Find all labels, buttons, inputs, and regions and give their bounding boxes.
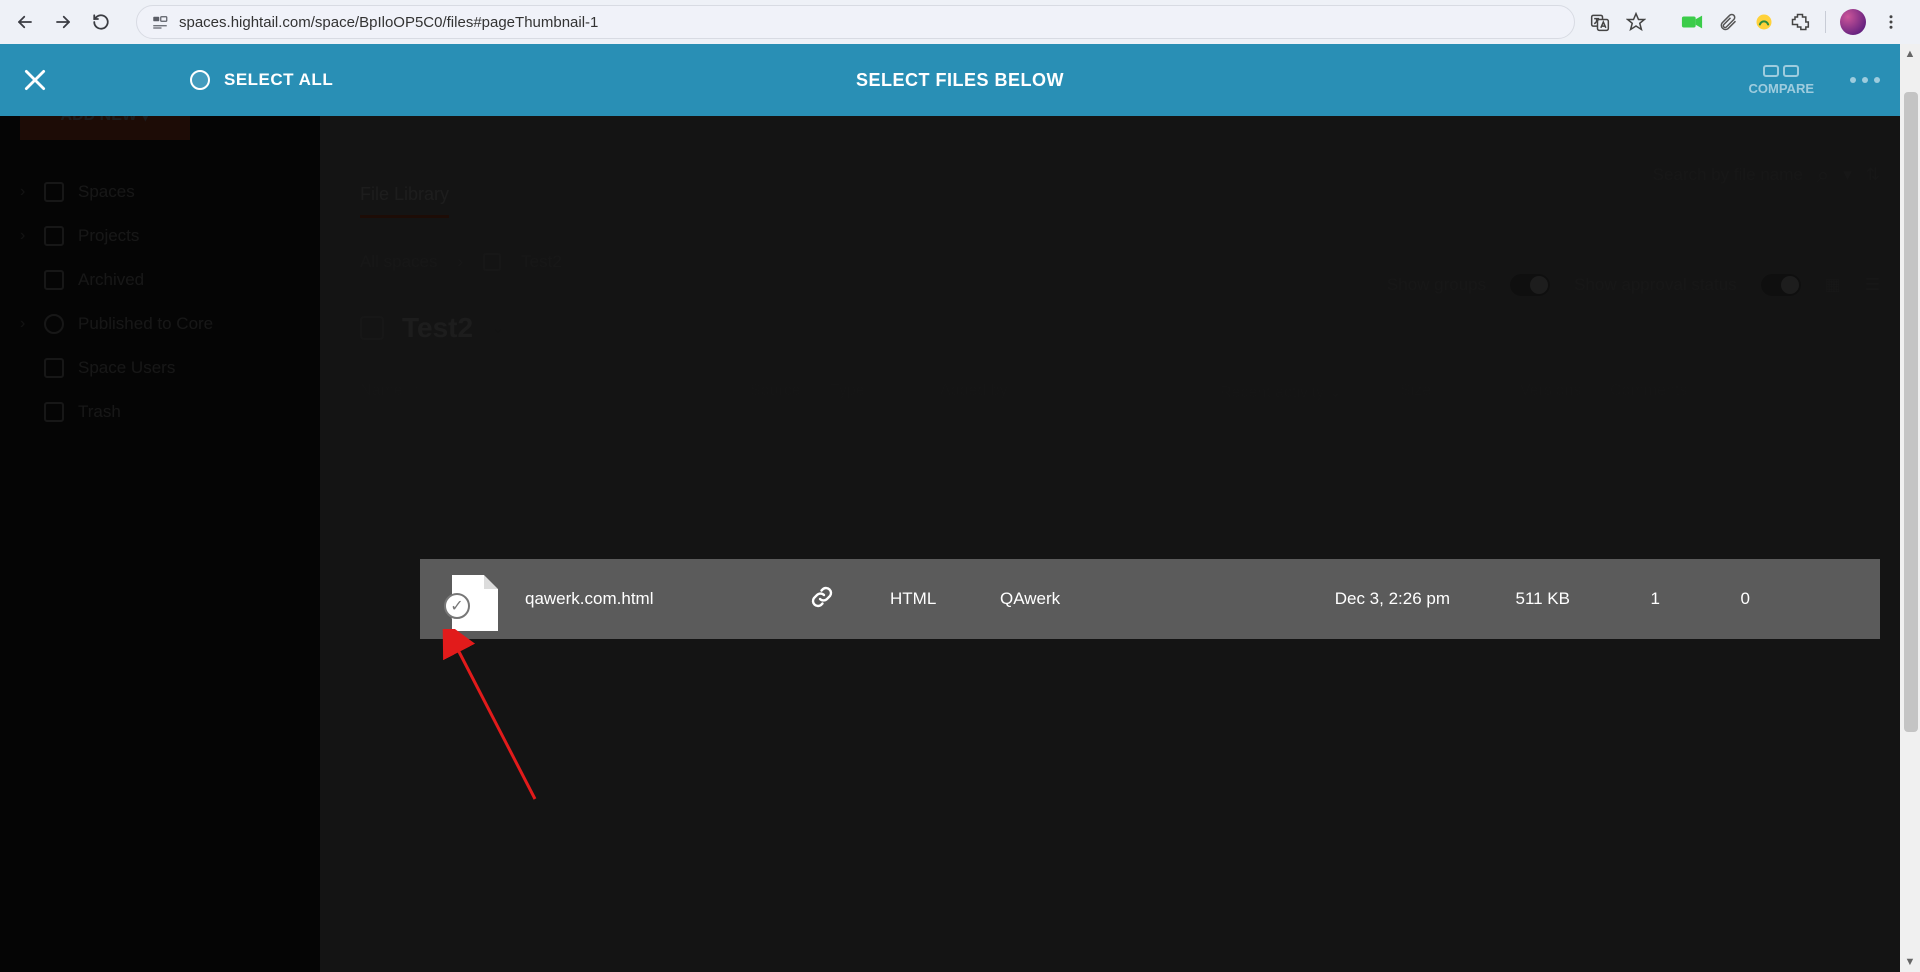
file-list: ✓ SELECT qawerk.com.html HTML QAwerk Dec…	[420, 559, 1880, 639]
scroll-up-button[interactable]: ▲	[1900, 44, 1920, 64]
ext-circle-icon[interactable]	[1753, 11, 1775, 33]
chrome-right	[1579, 9, 1912, 35]
select-all-control[interactable]: SELECT ALL	[190, 70, 333, 90]
ext-clip-icon[interactable]	[1717, 11, 1739, 33]
browser-chrome: spaces.hightail.com/space/BpIloOP5C0/fil…	[0, 0, 1920, 44]
translate-icon[interactable]	[1589, 11, 1611, 33]
link-icon	[810, 585, 834, 609]
bookmark-star-icon[interactable]	[1625, 11, 1647, 33]
site-settings-icon	[151, 13, 169, 31]
select-all-circle-icon	[190, 70, 210, 90]
file-versions: 1	[1580, 589, 1670, 609]
app-viewport: ADD NEW ▾ ›Spaces ›Projects ›Archived ›P…	[0, 44, 1920, 972]
file-added-by: QAwerk	[1000, 589, 1280, 609]
scroll-thumb[interactable]	[1904, 92, 1918, 732]
file-activity: Dec 3, 2:26 pm	[1280, 589, 1460, 609]
file-comments: 0	[1670, 589, 1760, 609]
chrome-menu-icon[interactable]	[1880, 11, 1902, 33]
profile-avatar[interactable]	[1840, 9, 1866, 35]
url-bar[interactable]: spaces.hightail.com/space/BpIloOP5C0/fil…	[136, 5, 1575, 39]
selection-bar-title: SELECT FILES BELOW	[856, 70, 1064, 91]
vertical-scrollbar[interactable]: ▲ ▼	[1900, 44, 1920, 972]
selection-bar-actions: COMPARE	[1749, 65, 1880, 96]
scroll-down-button[interactable]: ▼	[1900, 952, 1920, 972]
file-name: qawerk.com.html	[525, 589, 810, 609]
select-check-icon[interactable]: ✓	[444, 593, 470, 619]
file-row[interactable]: ✓ SELECT qawerk.com.html HTML QAwerk Dec…	[420, 559, 1880, 639]
compare-icon	[1763, 65, 1799, 77]
file-source	[810, 585, 890, 614]
chrome-divider	[1825, 11, 1826, 33]
forward-button[interactable]	[46, 5, 80, 39]
reload-button[interactable]	[84, 5, 118, 39]
compare-label: COMPARE	[1749, 81, 1814, 96]
compare-button[interactable]: COMPARE	[1749, 65, 1814, 96]
select-all-label: SELECT ALL	[224, 70, 333, 90]
modal-overlay[interactable]	[0, 44, 1920, 972]
file-type: HTML	[890, 589, 1000, 609]
file-select-cell[interactable]: ✓ SELECT	[420, 575, 525, 623]
selection-mode-bar: SELECT ALL SELECT FILES BELOW COMPARE	[0, 44, 1920, 116]
back-button[interactable]	[8, 5, 42, 39]
close-selection-button[interactable]	[0, 44, 70, 116]
extensions-icon[interactable]	[1789, 11, 1811, 33]
file-size: 511 KB	[1460, 589, 1580, 609]
more-actions-icon[interactable]	[1850, 77, 1880, 83]
ext-camera-icon[interactable]	[1681, 11, 1703, 33]
url-text: spaces.hightail.com/space/BpIloOP5C0/fil…	[179, 14, 598, 31]
